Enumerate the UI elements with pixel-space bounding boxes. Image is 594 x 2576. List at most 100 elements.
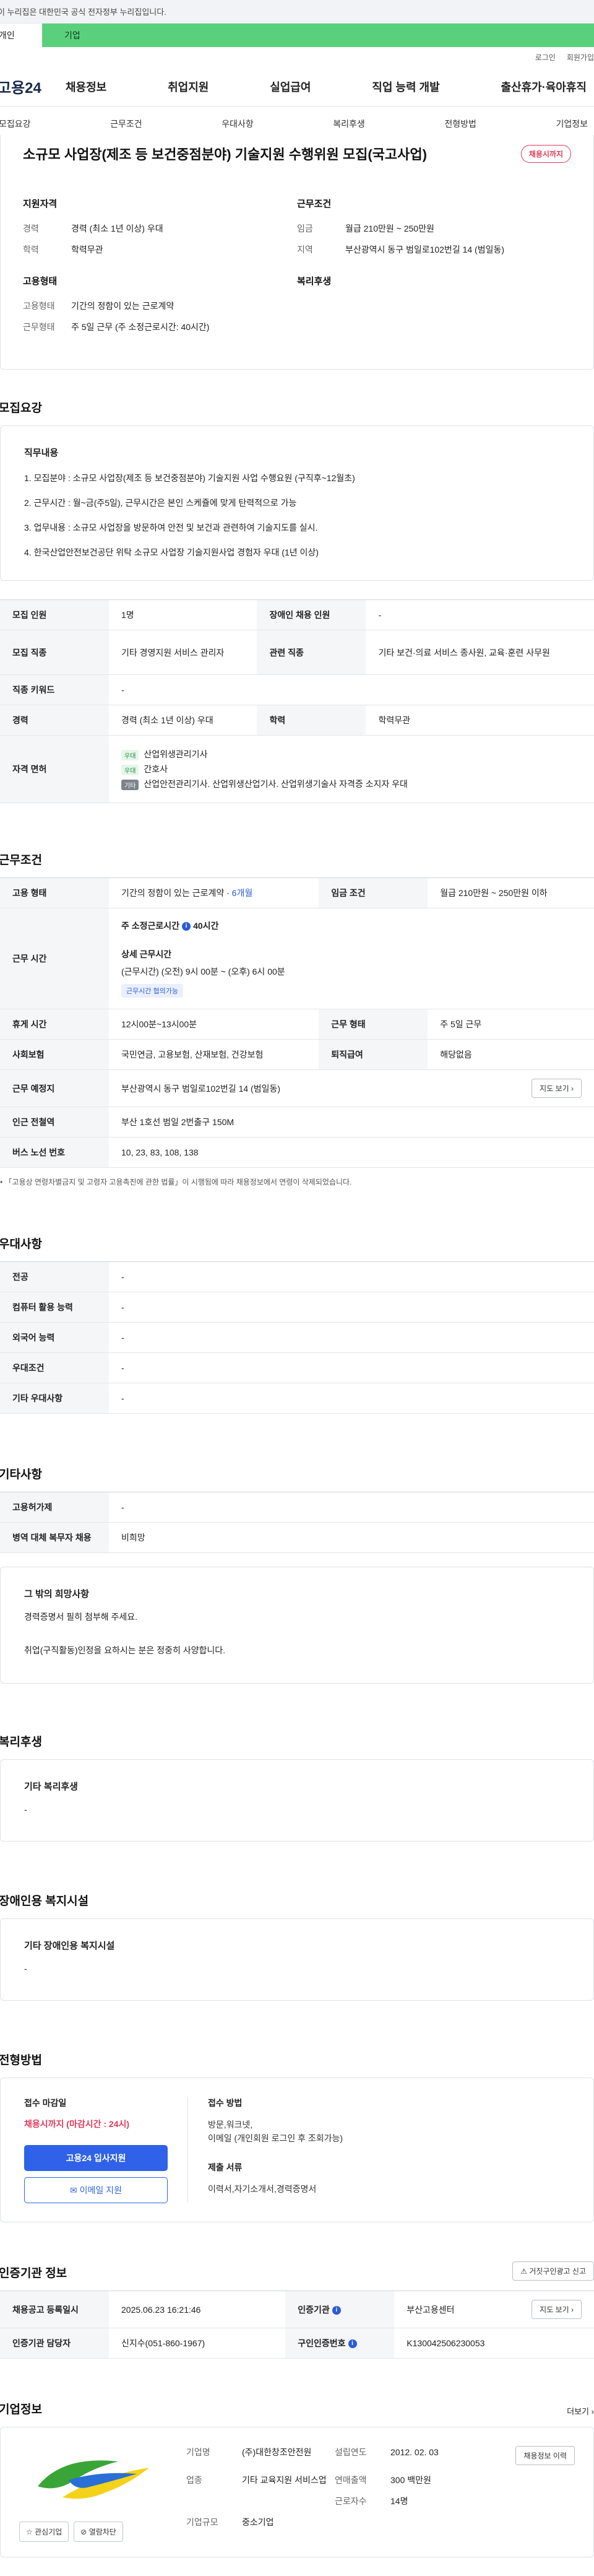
cell-key: 컴퓨터 활용 능력	[0, 1292, 109, 1323]
wish-heading: 그 밖의 희망사항	[24, 1589, 89, 1599]
gnb-item-training[interactable]: 직업 능력 개발	[372, 79, 439, 95]
sum-value: 주 5일 근무 (주 소정근로시간: 40시간)	[71, 322, 210, 332]
cell-value: 기간의 정함이 있는 근로계약 · 6개월	[109, 877, 319, 908]
deadline-heading: 접수 마감일	[24, 2098, 67, 2108]
docs-line: 이력서,자기소개서,경력증명서	[208, 2184, 317, 2194]
table-row: 버스 노선 번호 10, 23, 83, 108, 138	[0, 1137, 594, 1168]
table-row: 모집 인원 1명 장애인 채용 인원 -	[0, 599, 594, 630]
sum-value: 학력무관	[71, 245, 103, 255]
duty-card: 직무내용 1. 모집분야 : 소규모 사업장(제조 등 보건중점분야) 기술지원…	[0, 425, 594, 581]
cmp-value: 2012. 02. 03	[390, 2447, 439, 2457]
report-button[interactable]: ⚠ 거짓구인광고 신고	[512, 2261, 594, 2281]
subnav-pref[interactable]: 우대사항	[222, 118, 254, 130]
cell-key: 자격 면허	[0, 735, 109, 803]
emp-heading: 고용형태	[23, 276, 58, 287]
apply-button[interactable]: 고용24 입사지원	[24, 2145, 168, 2171]
block-view-button[interactable]: ⊘ 열람차단	[74, 2522, 123, 2542]
work-table: 고용 형태 기간의 정함이 있는 근로계약 · 6개월 임금 조건 월급 210…	[0, 877, 594, 1168]
cmp-key: 기업규모	[186, 2517, 218, 2527]
tab-individual[interactable]: 개인	[0, 24, 42, 47]
cell-value: 경력 (최소 1년 이상) 우대	[109, 705, 257, 736]
subnav-company[interactable]: 기업정보	[556, 118, 588, 130]
subnav-work[interactable]: 근무조건	[110, 118, 142, 130]
table-row: 경력 경력 (최소 1년 이상) 우대 학력 학력무관	[0, 705, 594, 736]
company-section-title: 기업정보	[0, 2403, 42, 2416]
table-row: 근무 예정지 부산광역시 동구 범일로102번길 14 (범일동) 지도 보기 …	[0, 1069, 594, 1107]
block-icon: ⊘	[80, 2528, 87, 2536]
time-main: 주 소정근로시간	[121, 921, 180, 931]
cell-key: 근무 예정지	[0, 1069, 109, 1107]
cert-map-button[interactable]: 지도 보기 ›	[532, 2300, 582, 2319]
cell-key: 모집 인원	[0, 599, 109, 630]
login-link[interactable]: 로그인	[535, 52, 556, 63]
welfare-item-value: -	[24, 1804, 27, 1814]
cell-key: 관련 직종	[257, 630, 366, 675]
subnav-apply[interactable]: 전형방법	[444, 118, 476, 130]
sum-value: 부산광역시 동구 범일로102번길 14 (범일동)	[345, 245, 505, 255]
sum-key: 임금	[297, 224, 313, 233]
age-footnote: • 「고용상 연령차별금지 및 고령자 고용촉진에 관한 법률」이 시행됨에 따…	[0, 1178, 352, 1186]
cell-value: -	[366, 599, 594, 630]
table-row: 고용 형태 기간의 정함이 있는 근로계약 · 6개월 임금 조건 월급 210…	[0, 877, 594, 908]
tab-company[interactable]: 기업	[42, 24, 594, 47]
cell-key: 인증기관 담당자	[0, 2328, 109, 2359]
emp-months: 6개월	[231, 888, 253, 898]
recruit-table: 모집 인원 1명 장애인 채용 인원 - 모집 직종 기타 경영지원 서비스 관…	[0, 599, 594, 803]
site-logo[interactable]: 고용24	[0, 76, 66, 97]
gnb-item-unemployment[interactable]: 실업급여	[270, 79, 311, 95]
sum-key: 지역	[297, 245, 313, 255]
email-apply-button[interactable]: ✉ 이메일 지원	[24, 2177, 168, 2203]
cmp-value: 300 백만원	[390, 2475, 431, 2485]
pref-section-title: 우대사항	[0, 1238, 42, 1251]
table-row: 휴게 시간 12시00분~13시00분 근무 형태 주 5일 근무	[0, 1009, 594, 1040]
star-icon: ☆	[26, 2528, 33, 2536]
job-history-button[interactable]: 채용정보 이력	[515, 2446, 575, 2465]
subnav-recruit[interactable]: 모집요강	[0, 118, 31, 130]
qual-heading: 지원자격	[23, 199, 58, 209]
info-icon[interactable]: i	[348, 2339, 357, 2349]
pref-table: 전공 - 컴퓨터 활용 능력 - 외국어 능력 - 우대조건 - 기타 우대사항 -	[0, 1261, 594, 1414]
favorite-company-button[interactable]: ☆ 관심기업	[19, 2522, 69, 2542]
sum-key: 경력	[23, 224, 39, 233]
cell-value: 10, 23, 83, 108, 138	[109, 1137, 594, 1168]
more-link[interactable]: 더보기 ›	[567, 2405, 594, 2417]
gnb-item-support[interactable]: 취업지원	[168, 79, 209, 95]
cell-key: 버스 노선 번호	[0, 1137, 109, 1168]
cell-key: 퇴직급여	[319, 1039, 428, 1070]
table-row: 외국어 능력 -	[0, 1322, 594, 1353]
welfare-section-title: 복리후생	[0, 1736, 42, 1749]
cell-key: 고용 형태	[0, 877, 109, 908]
deadline-badge: 채용시까지	[520, 144, 571, 163]
disabled-item-heading: 기타 장애인용 복지시설	[24, 1941, 115, 1951]
cell-key: 모집 직종	[0, 630, 109, 675]
gnb-item-jobs[interactable]: 채용정보	[66, 79, 106, 95]
table-row: 인증기관 담당자 신지수(051-860-1967) 구인인증번호 i K1300…	[0, 2328, 594, 2359]
cell-key: 사회보험	[0, 1039, 109, 1070]
method-line: 방문,워크넷,	[208, 2120, 253, 2130]
time-detail: (근무시간) (오전) 9시 00분 ~ (오후) 6시 00분	[121, 967, 285, 977]
sum-value: 기간의 정함이 있는 근로계약	[71, 301, 174, 311]
wish-line: 경력증명서 필히 첨부해 주세요.	[24, 1612, 137, 1622]
user-type-tabs: 개인 기업	[0, 24, 594, 47]
mail-icon: ✉	[70, 2185, 77, 2195]
gnb-item-leave[interactable]: 출산휴가·육아휴직	[501, 79, 587, 95]
apply-card: 접수 마감일 채용시까지 (마감시간 : 24시) 고용24 입사지원 ✉ 이메…	[0, 2078, 594, 2222]
cell-value: -	[109, 1322, 594, 1353]
info-icon[interactable]: i	[332, 2305, 341, 2315]
info-icon[interactable]: i	[182, 922, 191, 931]
cmp-key: 설립연도	[335, 2447, 367, 2457]
map-button[interactable]: 지도 보기 ›	[532, 1079, 582, 1098]
method-line: 이메일 (개인회원 로그인 후 조회가능)	[208, 2133, 343, 2143]
cell-value: 부산고용센터 지도 보기 ›	[394, 2291, 594, 2328]
pref-tag: 우대	[121, 764, 139, 775]
pref-tag: 우대	[121, 749, 139, 760]
company-logo	[19, 2446, 168, 2514]
utility-links: 로그인 회원가입	[0, 47, 594, 67]
time-hours: 40시간	[193, 921, 219, 931]
cmp-value: 기타 교육지원 서비스업	[242, 2475, 327, 2485]
subnav-welfare[interactable]: 복리후생	[333, 118, 365, 130]
signup-link[interactable]: 회원가입	[567, 52, 594, 63]
emp-type-text: 기간의 정함이 있는 근로계약 ·	[121, 888, 232, 898]
cell-key: 인증기관 i	[285, 2291, 395, 2328]
cert-table: 채용공고 등록일시 2025.06.23 16:21:46 인증기관 i 부산고용…	[0, 2291, 594, 2359]
